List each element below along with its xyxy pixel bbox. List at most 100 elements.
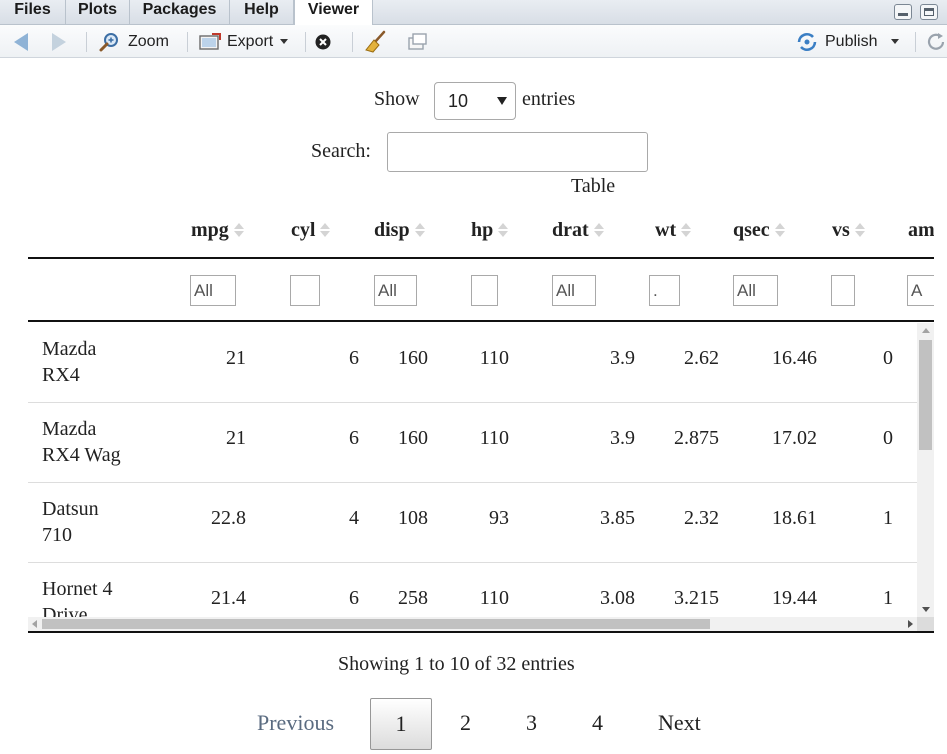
column-header-wt[interactable]: wt [655, 215, 692, 245]
cell-cyl: 6 [349, 427, 359, 449]
toolbar-divider [915, 32, 916, 52]
vertical-scroll-thumb[interactable] [919, 340, 932, 450]
scroll-left-arrow-icon[interactable] [32, 620, 37, 628]
column-header-drat[interactable]: drat [552, 215, 604, 245]
tab-files[interactable]: Files [0, 0, 66, 25]
cell-wt: 2.875 [674, 427, 719, 449]
arrow-right-icon [52, 32, 66, 51]
horizontal-scroll-thumb[interactable] [42, 619, 710, 629]
cell-mpg: 21 [226, 427, 246, 449]
filter-input-vs[interactable] [831, 275, 855, 306]
tab-plots[interactable]: Plots [66, 0, 130, 25]
table-row: Hornet 4 Drive 21.4 6 258 110 3.08 3.215 … [28, 563, 917, 617]
cell-cyl: 6 [349, 587, 359, 609]
filter-input-hp[interactable] [471, 275, 498, 306]
page-button-3[interactable]: 3 [526, 710, 537, 736]
page-button-4[interactable]: 4 [592, 710, 603, 736]
column-header-am[interactable]: am [908, 215, 934, 245]
refresh-button[interactable] [925, 25, 947, 58]
search-label: Search: [311, 140, 371, 162]
chevron-down-icon [891, 39, 900, 44]
scroll-right-arrow-icon[interactable] [908, 620, 913, 628]
filter-input-drat[interactable]: All [552, 275, 596, 306]
filter-input-cyl[interactable] [290, 275, 320, 306]
cell-disp: 108 [398, 507, 428, 529]
cell-qsec: 17.02 [772, 427, 817, 449]
publish-icon [797, 32, 817, 51]
cell-drat: 3.9 [610, 347, 635, 369]
zoom-icon [99, 32, 118, 51]
dropdown-arrow-icon [497, 97, 507, 105]
cell-vs: 0 [883, 427, 893, 449]
cell-drat: 3.08 [600, 587, 635, 609]
export-menu-button[interactable]: Export [198, 25, 289, 58]
header-rule [28, 257, 934, 259]
arrow-left-icon [14, 32, 28, 51]
cell-cyl: 4 [349, 507, 359, 529]
row-name: Datsun 710 [42, 498, 99, 546]
sort-icon [681, 222, 692, 238]
vertical-scrollbar[interactable] [917, 323, 934, 617]
next-page-button[interactable]: Next [658, 710, 701, 736]
table-info: Showing 1 to 10 of 32 entries [338, 653, 575, 675]
toolbar-divider [305, 32, 306, 52]
filter-input-wt[interactable]: . [649, 275, 680, 306]
column-header-mpg[interactable]: mpg [191, 215, 244, 245]
column-header-qsec[interactable]: qsec [733, 215, 785, 245]
back-button[interactable] [14, 25, 28, 58]
filter-rule [28, 320, 934, 322]
new-window-icon [408, 32, 427, 50]
show-in-window-button[interactable] [406, 25, 428, 58]
tab-packages[interactable]: Packages [130, 0, 230, 25]
remove-viewer-item-button[interactable] [314, 25, 332, 58]
forward-button[interactable] [52, 25, 66, 58]
cell-mpg: 22.8 [211, 507, 246, 529]
scroll-up-arrow-icon[interactable] [922, 328, 930, 333]
minimize-pane-button[interactable] [894, 4, 912, 20]
viewer-toolbar: Zoom Export Publish [0, 25, 947, 58]
table-row: Datsun 710 22.8 4 108 93 3.85 2.32 18.61 … [28, 483, 917, 563]
table-caption: Table [571, 175, 616, 197]
cell-hp: 110 [479, 347, 509, 369]
cell-cyl: 6 [349, 347, 359, 369]
clear-viewer-button[interactable] [364, 25, 388, 58]
sort-icon [498, 222, 509, 238]
tab-viewer[interactable]: Viewer [294, 0, 373, 26]
zoom-button[interactable]: Zoom [98, 25, 169, 58]
cell-mpg: 21.4 [211, 587, 246, 609]
length-suffix: entries [522, 88, 576, 110]
filter-input-disp[interactable]: All [374, 275, 417, 306]
sort-icon [774, 222, 785, 238]
export-label: Export [227, 32, 274, 50]
column-header-disp[interactable]: disp [374, 215, 425, 245]
zoom-label: Zoom [128, 32, 169, 50]
scrollbar-corner [917, 617, 934, 631]
filter-input-mpg[interactable]: All [190, 275, 236, 306]
entries-per-page-value: 10 [448, 91, 469, 111]
cell-mpg: 21 [226, 347, 246, 369]
cell-vs: 1 [883, 507, 893, 529]
cell-vs: 0 [883, 347, 893, 369]
horizontal-scrollbar[interactable] [28, 617, 917, 631]
filter-input-am[interactable]: A [907, 275, 934, 306]
maximize-pane-button[interactable] [920, 4, 938, 20]
page-button-2[interactable]: 2 [460, 710, 471, 736]
cell-drat: 3.9 [610, 427, 635, 449]
column-header-cyl[interactable]: cyl [291, 215, 331, 245]
page-button-1[interactable]: 1 [370, 698, 432, 750]
broom-icon [365, 30, 386, 53]
sort-icon [320, 222, 331, 238]
publish-button[interactable]: Publish [795, 25, 900, 58]
tab-help[interactable]: Help [230, 0, 294, 25]
column-header-vs[interactable]: vs [832, 215, 865, 245]
length-prefix: Show [374, 88, 420, 110]
search-input[interactable] [387, 132, 648, 172]
column-header-hp[interactable]: hp [471, 215, 509, 245]
table-row: Mazda RX4 Wag 21 6 160 110 3.9 2.875 17.0… [28, 403, 917, 483]
filter-input-qsec[interactable]: All [733, 275, 778, 306]
cell-hp: 93 [489, 507, 509, 529]
scroll-down-arrow-icon[interactable] [922, 607, 930, 612]
previous-page-button[interactable]: Previous [257, 710, 334, 736]
cell-qsec: 16.46 [772, 347, 817, 369]
entries-per-page-select[interactable]: 10 [434, 82, 516, 120]
